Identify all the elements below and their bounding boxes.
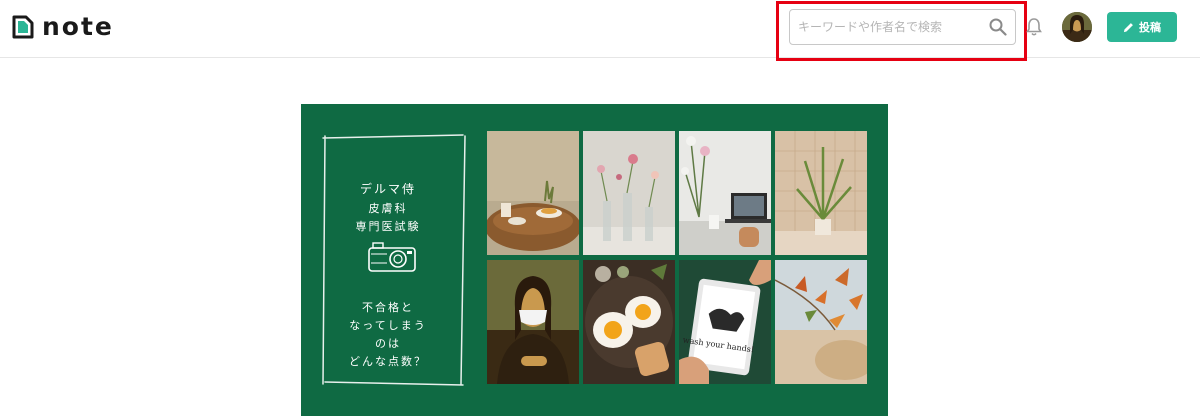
autumn-leaves-photo-icon (775, 260, 867, 384)
fried-eggs-photo-icon (583, 260, 675, 384)
photo-tile-eggs (583, 260, 675, 384)
photo-tile-workspace (679, 131, 771, 255)
banner-title-line-3: 専門医試験 (355, 220, 421, 233)
logo-text: note (42, 12, 114, 41)
note-logo-icon (12, 15, 34, 39)
mona-lisa-avatar-icon (1062, 12, 1092, 42)
photo-tile-breakfast (487, 131, 579, 255)
header: note 投稿 (0, 0, 1200, 61)
banner-title-line-1: デルマ侍 (359, 182, 416, 196)
mona-lisa-mask-photo-icon (487, 260, 579, 384)
photo-tile-wash-hands: wash your hands! (679, 260, 771, 384)
flower-vases-photo-icon (583, 131, 675, 255)
banner-question-line-1: 不合格と (362, 301, 414, 314)
note-logo[interactable]: note (12, 14, 114, 40)
wash-hands-tablet-photo-icon: wash your hands! (679, 260, 771, 384)
camera-icon (368, 242, 416, 272)
search-highlight-box (776, 1, 1027, 61)
post-button[interactable]: 投稿 (1107, 12, 1177, 42)
bell-icon[interactable] (1026, 17, 1042, 37)
pencil-icon (1123, 22, 1133, 32)
banner-question-line-3: のは (375, 337, 401, 350)
workspace-laptop-photo-icon (679, 131, 771, 255)
palm-plant-photo-icon (775, 131, 867, 255)
photo-tile-flowers (583, 131, 675, 255)
banner-title-line-2: 皮膚科 (368, 202, 408, 215)
banner-question-line-2: なってしまう (349, 319, 427, 332)
avatar[interactable] (1062, 12, 1092, 42)
breakfast-table-photo-icon (487, 131, 579, 255)
photo-tile-palm (775, 131, 867, 255)
photo-tile-mona-lisa (487, 260, 579, 384)
article-banner[interactable]: デルマ侍 皮膚科 専門医試験 不合格と なってしまう のは どんな点数？ was… (301, 104, 888, 416)
photo-tile-leaves (775, 260, 867, 384)
post-button-label: 投稿 (1139, 21, 1161, 34)
banner-question-line-4: どんな点数？ (349, 355, 427, 368)
